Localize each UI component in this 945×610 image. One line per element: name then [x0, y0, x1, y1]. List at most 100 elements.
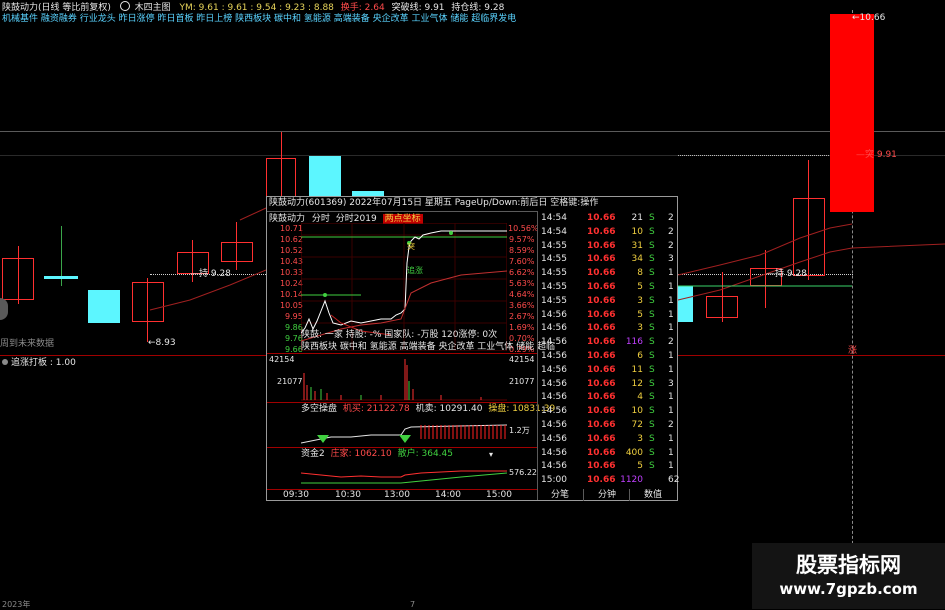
- tick-row[interactable]: 14:55 10.66 3 S 1: [537, 296, 677, 307]
- axis-tick: 9.57%: [509, 235, 535, 244]
- tick-row[interactable]: 14:55 10.66 5 S 1: [537, 282, 677, 293]
- fund-dropdown-icon[interactable]: ▾: [489, 450, 493, 459]
- tick-time: 14:56: [541, 447, 567, 458]
- tick-tabs: 分笔 分钟 数值: [537, 489, 677, 501]
- tick-row[interactable]: 14:54 10.66 21 S 2: [537, 213, 677, 224]
- duokong-label: 多空操盘: [301, 404, 338, 414]
- axis-tick: 8.59%: [509, 246, 535, 255]
- watermark-title: 股票指标网: [796, 553, 901, 577]
- tick-time: 14:56: [541, 378, 567, 389]
- tick-volume: 1120: [620, 475, 643, 486]
- tick-count: 1: [668, 447, 674, 458]
- tick-volume: 5: [637, 282, 643, 292]
- tick-side: S: [649, 406, 655, 417]
- tick-count: 62: [668, 475, 680, 486]
- tick-row[interactable]: 14:56 10.66 116 S 2: [537, 337, 677, 348]
- tick-side: S: [649, 392, 655, 403]
- tick-table[interactable]: 14:54 10.66 21 S 2 14:54 10.66 10 S 2 14:55 10.66 31…: [537, 213, 680, 489]
- tick-volume: 8: [637, 268, 643, 279]
- indicator-label: 追涨打板 : 1.00: [2, 358, 76, 369]
- tick-row[interactable]: 14:55 10.66 8 S 1: [537, 268, 677, 279]
- tick-side: S: [649, 447, 655, 458]
- tick-time: 14:56: [541, 461, 567, 472]
- volume-mid-right: 21077: [509, 377, 535, 386]
- tick-price: 10.66: [587, 475, 616, 486]
- tick-count: 3: [668, 254, 674, 265]
- volume-mid: 21077: [277, 377, 303, 386]
- tick-row[interactable]: 15:00 10.66 1120 62: [537, 475, 680, 486]
- breakout-marker: —突 9.91: [856, 150, 897, 160]
- tick-price: 10.66: [587, 392, 616, 403]
- tick-row[interactable]: 14:56 10.66 6 S 1: [537, 351, 677, 362]
- dealer-value: 庄家: 1062.10: [330, 449, 392, 459]
- popup-title-divider: [267, 211, 537, 212]
- tick-volume: 5: [637, 461, 643, 472]
- tick-side: S: [649, 337, 655, 348]
- tick-time: 14:55: [541, 240, 567, 251]
- axis-tick: 1.69%: [509, 323, 535, 332]
- tab-ticks[interactable]: 分笔: [537, 489, 583, 501]
- tick-row[interactable]: 14:55 10.66 31 S 2: [537, 241, 677, 252]
- tick-side: S: [649, 282, 655, 292]
- tick-row[interactable]: 14:56 10.66 3 S 1: [537, 323, 677, 334]
- axis-tick: 2.67%: [509, 312, 535, 321]
- tab-values[interactable]: 数值: [629, 489, 676, 501]
- tick-row[interactable]: 14:56 10.66 12 S 3: [537, 379, 677, 390]
- tick-row[interactable]: 14:56 10.66 10 S 1: [537, 406, 677, 417]
- tick-row[interactable]: 14:56 10.66 72 S 2: [537, 420, 677, 431]
- tab-minutes[interactable]: 分钟: [583, 489, 630, 501]
- tick-time: 14:55: [541, 268, 567, 279]
- settings-icon[interactable]: [2, 359, 8, 365]
- volume-max-right: 42154: [509, 355, 535, 364]
- tick-count: 1: [668, 351, 674, 361]
- axis-tick: 10.52: [280, 246, 303, 255]
- duokong-header: 多空操盘 机买: 21122.78 机卖: 10291.40 操盘: 10831…: [301, 404, 555, 415]
- tick-time: 14:56: [541, 364, 567, 375]
- watermark-url: www.7gpzb.com: [779, 580, 918, 598]
- intraday-popup[interactable]: 陕鼓动力(601369) 2022年07月15日 星期五 PageUp/Down…: [266, 196, 680, 501]
- tick-row[interactable]: 14:56 10.66 5 S 1: [537, 310, 677, 321]
- tick-count: 1: [668, 309, 674, 320]
- fund-value: 576.22: [509, 468, 537, 477]
- tick-row[interactable]: 14:56 10.66 3 S 1: [537, 434, 677, 445]
- axis-tick: 10.14: [280, 290, 303, 299]
- tick-row[interactable]: 14:55 10.66 34 S 3: [537, 254, 677, 265]
- concept-info: 陕西板块 碳中和 氢能源 高端装备 央企改革 工业气体 储能 超临: [301, 342, 556, 352]
- tick-volume: 31: [631, 240, 643, 251]
- tick-time: 15:00: [541, 475, 567, 486]
- tick-price: 10.66: [587, 351, 616, 361]
- tick-count: 2: [668, 337, 674, 348]
- popup-divider: [267, 353, 537, 354]
- popup-divider: [267, 447, 537, 448]
- time-label: 10:30: [335, 490, 361, 500]
- tick-time: 14:56: [541, 392, 567, 403]
- tick-row[interactable]: 14:54 10.66 10 S 2: [537, 227, 677, 238]
- tick-volume: 116: [625, 337, 643, 348]
- breakout-marker-value: 突 9.91: [865, 150, 897, 160]
- tick-price: 10.66: [587, 420, 616, 430]
- time-label: 15:00: [486, 490, 512, 500]
- jin-value: 1.2万: [509, 426, 530, 435]
- tick-row[interactable]: 14:56 10.66 11 S 1: [537, 365, 677, 376]
- tick-count: 1: [668, 364, 674, 375]
- tick-count: 1: [668, 268, 674, 279]
- tick-side: S: [649, 364, 655, 375]
- tick-count: 2: [668, 226, 674, 237]
- machine-buy: 机买: 21122.78: [342, 404, 410, 414]
- tick-row[interactable]: 14:56 10.66 5 S 1: [537, 461, 677, 472]
- axis-tick: 10.33: [280, 268, 303, 277]
- time-label: 14:00: [435, 490, 461, 500]
- tick-time: 14:56: [541, 337, 567, 348]
- tick-side: S: [649, 323, 655, 334]
- tick-row[interactable]: 14:56 10.66 400 S 1: [537, 448, 677, 459]
- tick-price: 10.66: [587, 240, 616, 251]
- axis-tick: 10.62: [280, 235, 303, 244]
- tick-row[interactable]: 14:56 10.66 4 S 1: [537, 392, 677, 403]
- tick-price: 10.66: [587, 226, 616, 237]
- high-price-value: 10.66: [859, 13, 886, 23]
- percent-axis-right: 10.56% 9.57% 8.59% 7.60% 6.62% 5.63% 4.6…: [507, 223, 539, 354]
- tick-price: 10.66: [587, 282, 616, 292]
- tick-volume: 6: [637, 351, 643, 361]
- tick-count: 1: [668, 406, 674, 417]
- popup-title[interactable]: 陕鼓动力(601369) 2022年07月15日 星期五 PageUp/Down…: [269, 198, 598, 209]
